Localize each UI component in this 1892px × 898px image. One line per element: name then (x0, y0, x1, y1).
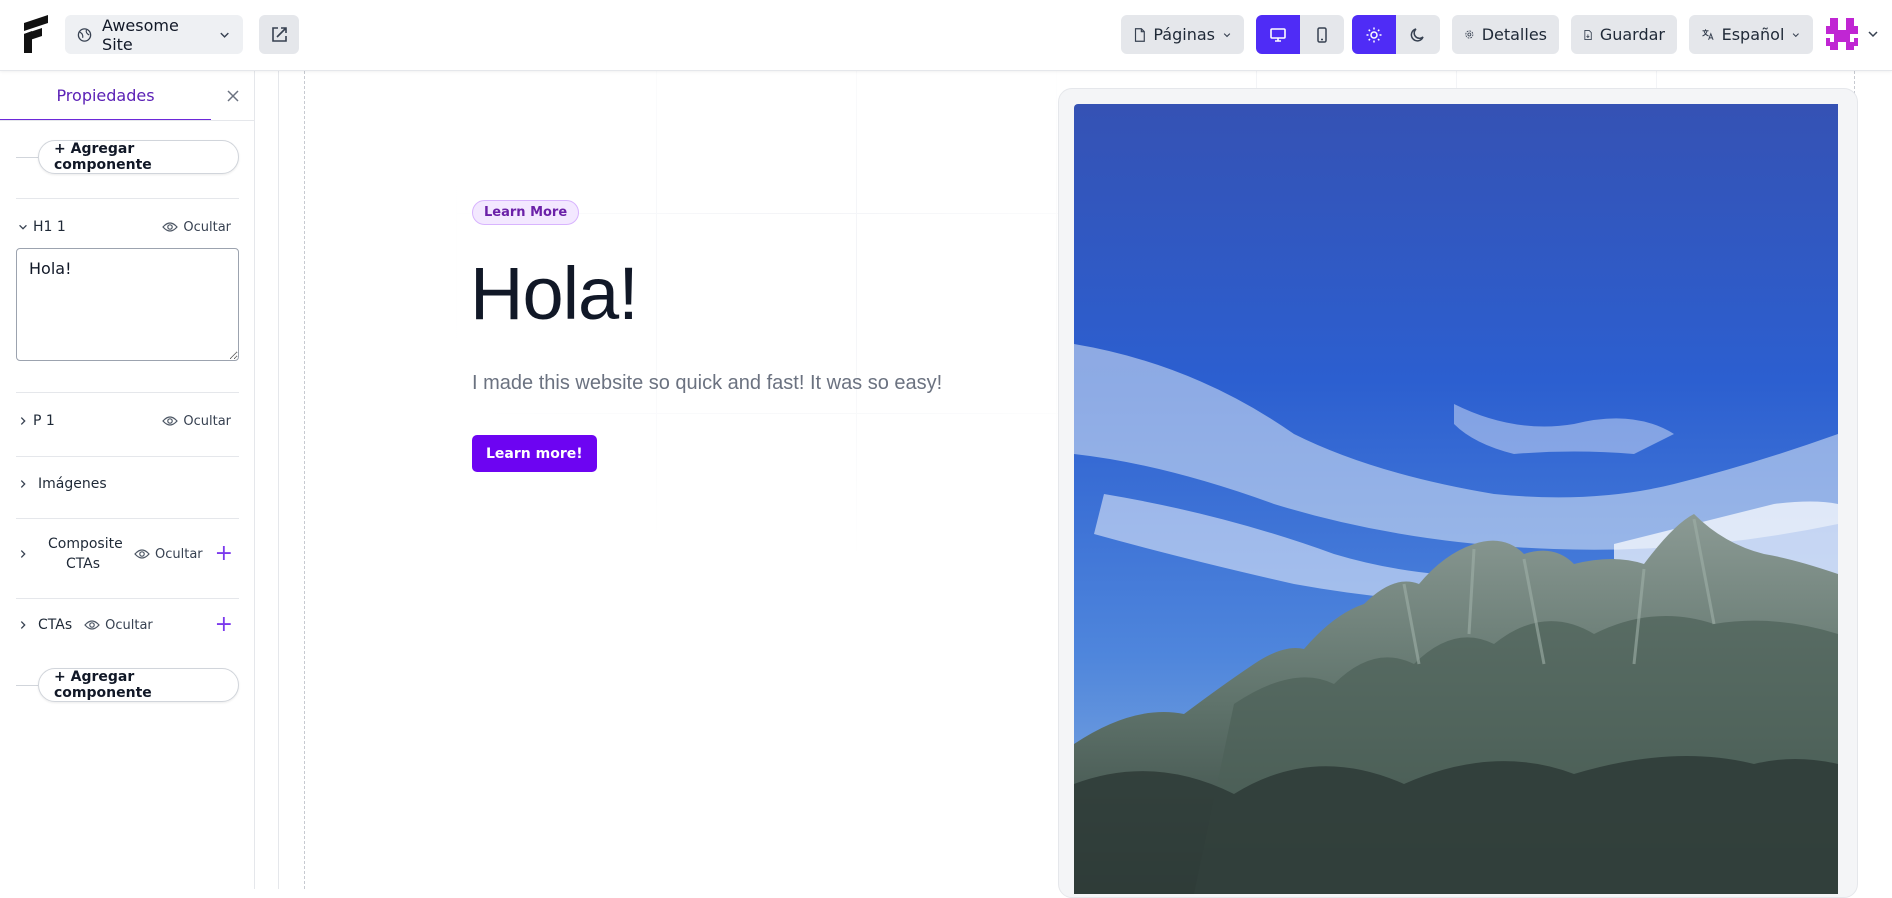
hide-label: Ocultar (105, 617, 153, 633)
tab-properties[interactable]: Propiedades (0, 71, 211, 121)
hide-label: Ocultar (183, 219, 231, 235)
component-label: Composite CTAs (48, 536, 123, 572)
add-component-button[interactable]: + Agregar componente (38, 668, 239, 702)
chevron-right-icon[interactable] (16, 618, 30, 632)
component-label: Imágenes (38, 476, 107, 492)
pages-button[interactable]: Páginas (1121, 15, 1244, 54)
hide-label: Ocultar (183, 413, 231, 429)
file-save-icon (1584, 29, 1592, 40)
chevron-down-icon[interactable] (16, 220, 30, 234)
add-component-row-bottom: + Agregar componente (16, 667, 239, 703)
hide-toggle[interactable]: Ocultar (162, 414, 231, 429)
properties-sidebar: Propiedades + Agregar componente H1 1 Oc… (0, 71, 255, 889)
sun-icon (1366, 27, 1382, 42)
eye-icon (162, 222, 179, 232)
component-label: H1 1 (33, 219, 66, 235)
divider (16, 598, 239, 599)
app-logo[interactable] (20, 13, 52, 55)
close-icon (227, 90, 239, 102)
device-toggle (1256, 15, 1344, 54)
file-icon (1134, 27, 1145, 42)
component-label: CTAs (38, 617, 73, 633)
component-row-images[interactable]: Imágenes (16, 474, 239, 494)
hero-cta-button[interactable]: Learn more! (472, 435, 597, 472)
moon-icon (1410, 27, 1424, 42)
add-item-button[interactable]: + (215, 543, 233, 565)
hero-badge[interactable]: Learn More (472, 200, 580, 225)
hero-image[interactable] (1074, 104, 1838, 894)
theme-toggle (1352, 15, 1440, 54)
light-theme-button[interactable] (1352, 15, 1396, 54)
details-button[interactable]: Detalles (1452, 15, 1559, 54)
site-selector[interactable]: Awesome Site (65, 15, 243, 54)
external-link-icon (272, 26, 287, 42)
page-preview-canvas: Learn More Hola! I made this website so … (256, 71, 1892, 898)
language-selector[interactable]: Español (1689, 15, 1813, 54)
chevron-down-icon (1223, 32, 1231, 37)
section-boundary-left (304, 71, 305, 889)
chevron-down-icon (220, 32, 229, 38)
eye-icon (162, 416, 179, 426)
smartphone-icon (1317, 26, 1327, 43)
user-avatar[interactable] (1826, 18, 1858, 50)
hero-paragraph[interactable]: I made this website so quick and fast! I… (472, 372, 942, 395)
component-row-composite-ctas[interactable]: Composite CTAs Ocultar + (16, 534, 239, 574)
add-item-button[interactable]: + (215, 614, 233, 636)
add-component-label: + Agregar componente (54, 141, 152, 173)
open-external-button[interactable] (259, 15, 299, 54)
globe-icon (77, 27, 92, 42)
hide-toggle[interactable]: Ocultar (134, 547, 203, 562)
hero-cta-label: Learn more! (486, 445, 583, 462)
chevron-down-icon[interactable] (1866, 27, 1880, 41)
chevron-right-icon[interactable] (16, 414, 30, 428)
canvas-edge (278, 71, 279, 889)
dark-theme-button[interactable] (1396, 15, 1440, 54)
site-name: Awesome Site (102, 15, 179, 54)
hero-heading[interactable]: Hola! (470, 251, 639, 336)
desktop-view-button[interactable] (1256, 15, 1300, 54)
add-component-button[interactable]: + Agregar componente (38, 140, 239, 174)
hide-label: Ocultar (155, 546, 203, 562)
component-row-p[interactable]: P 1 Ocultar (16, 411, 239, 431)
chevron-down-icon (1793, 32, 1800, 37)
hero-badge-label: Learn More (484, 205, 568, 220)
divider (16, 456, 239, 457)
eye-icon (84, 620, 100, 630)
component-label: P 1 (33, 413, 55, 429)
save-label: Guardar (1599, 25, 1665, 44)
translate-icon (1702, 29, 1714, 40)
chevron-right-icon[interactable] (16, 477, 30, 491)
mobile-view-button[interactable] (1300, 15, 1344, 54)
tab-properties-label: Propiedades (56, 85, 155, 105)
monitor-icon (1270, 27, 1286, 42)
pages-label: Páginas (1153, 25, 1215, 44)
divider (16, 392, 239, 393)
hide-toggle[interactable]: Ocultar (84, 618, 153, 633)
language-label: Español (1721, 25, 1785, 44)
save-button[interactable]: Guardar (1571, 15, 1677, 54)
hide-toggle[interactable]: Ocultar (162, 220, 231, 235)
h1-text-field[interactable]: Hola! (16, 248, 239, 361)
component-row-ctas[interactable]: CTAs Ocultar + (16, 613, 239, 637)
top-bar: Awesome Site Páginas Detalles Guardar Es… (0, 0, 1892, 71)
close-sidebar-button[interactable] (223, 86, 243, 106)
add-component-row-top: + Agregar componente (16, 139, 239, 175)
add-component-label: + Agregar componente (54, 669, 152, 701)
tab-divider (0, 120, 255, 121)
gear-icon (1465, 30, 1474, 39)
details-label: Detalles (1481, 25, 1547, 44)
divider (16, 518, 239, 519)
chevron-right-icon[interactable] (16, 547, 30, 561)
component-row-h1[interactable]: H1 1 Ocultar (16, 217, 239, 237)
divider (16, 198, 239, 199)
eye-icon (134, 549, 150, 559)
